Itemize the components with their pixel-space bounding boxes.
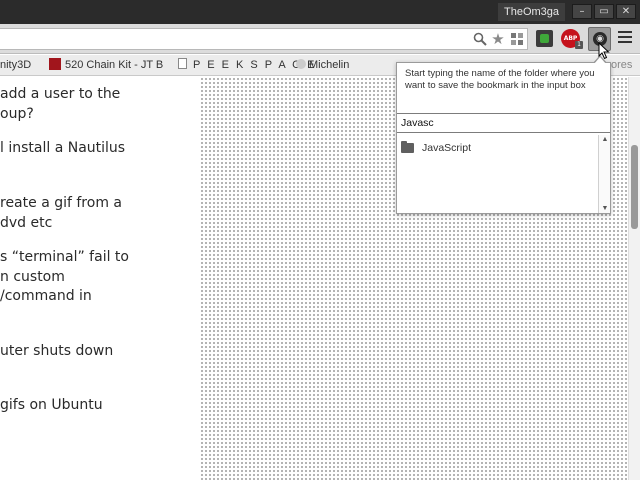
popup-instructions: Start typing the name of the folder wher… [405,68,595,91]
page-icon [178,58,187,69]
question-link[interactable]: uter shuts down [0,342,113,362]
bookmark-michelin[interactable]: Michelin [296,55,349,76]
close-button[interactable]: ✕ [616,4,636,19]
minimize-button[interactable]: – [572,4,592,19]
extension-icon[interactable] [509,31,525,47]
bookmark-more[interactable]: ores [611,55,632,76]
folder-search-input[interactable] [397,113,610,133]
bookmark-label: Michelin [309,59,350,71]
folder-icon [401,141,414,153]
question-link[interactable]: reate a gif from a dvd etc [0,194,122,233]
folder-label: JavaScript [422,142,472,154]
bookmark-label: 520 Chain Kit - JT B [65,59,164,71]
window-title-bar: TheOm3ga – ▭ ✕ [0,0,640,24]
green-extension-icon[interactable] [536,30,553,47]
scroll-down-arrow-icon[interactable]: ▼ [600,205,610,212]
bookmark-star-icon[interactable]: ★ [490,31,506,47]
bookmark-chain-kit[interactable]: 520 Chain Kit - JT B [49,55,163,76]
page-scrollbar[interactable] [628,77,640,480]
folder-list-scrollbar[interactable]: ▲ ▼ [598,135,610,213]
question-link[interactable]: l install a Nautilus [0,139,125,159]
question-link[interactable]: s “terminal” fail to n custom /command i… [0,248,129,307]
folder-suggestion-list: JavaScript [397,135,597,213]
adblock-count-badge: 1 [575,41,583,49]
bookmark-unity3d[interactable]: nity3D [0,55,31,76]
bookmark-label: nity3D [0,59,32,71]
page-scrollbar-thumb[interactable] [631,145,638,229]
folder-suggestion-item[interactable]: JavaScript [401,140,471,156]
zoom-icon[interactable] [472,31,488,47]
chrome-menu-icon[interactable] [618,31,632,45]
profile-name[interactable]: TheOm3ga [498,3,566,21]
scroll-up-arrow-icon[interactable]: ▲ [600,136,610,143]
question-link[interactable]: gifs on Ubuntu [0,396,103,416]
address-bar[interactable] [0,28,528,50]
bookmark-folder-popup: Start typing the name of the folder wher… [396,62,611,214]
chain-kit-favicon-icon [49,58,61,70]
bookmark-label: ores [611,59,633,71]
question-link[interactable]: add a user to the oup? [0,85,120,124]
michelin-favicon-icon [296,59,306,69]
maximize-button[interactable]: ▭ [594,4,614,19]
